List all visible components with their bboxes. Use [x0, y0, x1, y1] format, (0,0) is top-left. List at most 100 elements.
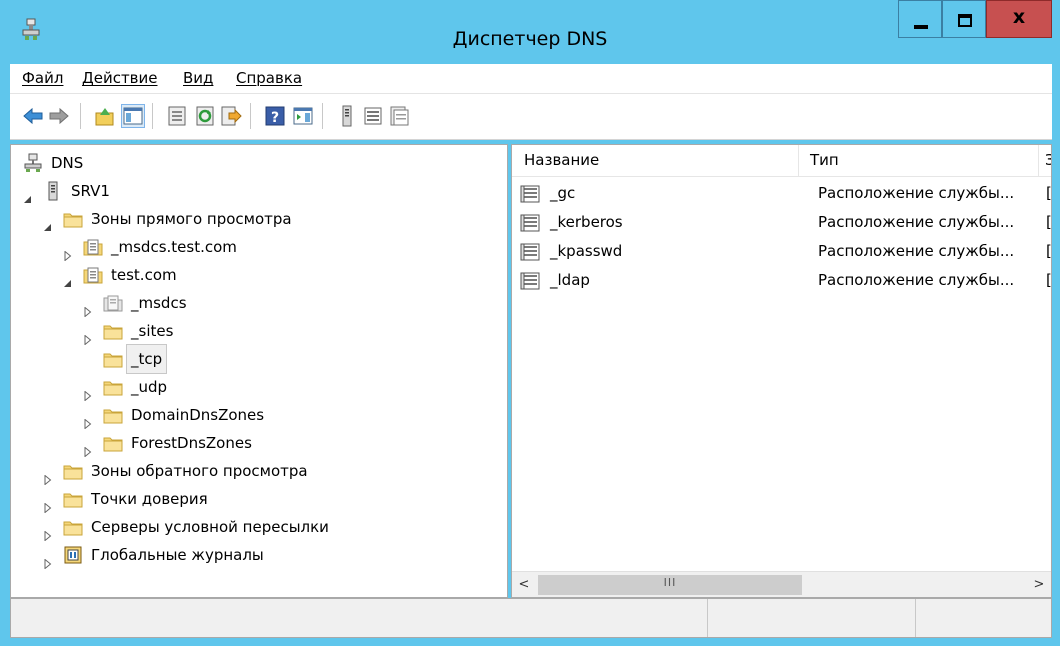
- help-icon[interactable]: ?: [264, 105, 286, 127]
- list-item[interactable]: _kpasswd Расположение службы... [: [512, 237, 1052, 265]
- list-item[interactable]: _kerberos Расположение службы... [: [512, 208, 1052, 236]
- record-type: Расположение службы...: [818, 242, 1015, 260]
- collapse-arrow-icon[interactable]: [63, 270, 73, 287]
- expand-arrow-icon[interactable]: [83, 438, 93, 458]
- list-item[interactable]: _ldap Расположение службы... [: [512, 266, 1052, 294]
- expand-arrow-icon[interactable]: [43, 550, 53, 570]
- title-bar[interactable]: Диспетчер DNS x: [0, 0, 1060, 64]
- tree-item-label: Зоны прямого просмотра: [91, 210, 292, 228]
- tree-item[interactable]: Зоны обратного просмотра: [11, 457, 507, 486]
- tree-item[interactable]: Точки доверия: [11, 485, 507, 514]
- export-list-icon[interactable]: [220, 105, 242, 127]
- tree-item-label: DNS: [51, 154, 84, 172]
- tree-item-label: ForestDnsZones: [131, 434, 252, 452]
- event-log-icon: [63, 545, 83, 565]
- folder-icon: [63, 489, 83, 509]
- svg-text:?: ?: [271, 110, 279, 126]
- dns-server-icon: [23, 153, 43, 173]
- folder-icon: [103, 321, 123, 341]
- show-action-pane-icon[interactable]: [292, 105, 314, 127]
- record-type: Расположение службы...: [818, 184, 1015, 202]
- list-icon[interactable]: [362, 105, 384, 127]
- tree-item-label: Глобальные журналы: [91, 546, 264, 564]
- record-name: _ldap: [550, 271, 590, 289]
- scroll-right-button[interactable]: >: [1027, 572, 1051, 597]
- record-data: [: [1046, 271, 1052, 289]
- server-icon[interactable]: [336, 105, 358, 127]
- srv-record-icon: [520, 184, 542, 203]
- up-folder-icon[interactable]: [94, 105, 116, 127]
- record-name: _kpasswd: [550, 242, 623, 260]
- column-header-data[interactable]: З: [1045, 151, 1051, 169]
- record-data: [: [1046, 213, 1052, 231]
- close-button[interactable]: x: [986, 0, 1052, 38]
- tree-item[interactable]: _udp: [11, 373, 507, 402]
- tree-item-label: Зоны обратного просмотра: [91, 462, 308, 480]
- tree-item[interactable]: Серверы условной пересылки: [11, 513, 507, 542]
- maximize-button[interactable]: [942, 0, 986, 38]
- expand-arrow-icon[interactable]: [43, 466, 53, 486]
- menu-help[interactable]: Справка: [236, 69, 302, 87]
- toolbar: ?: [10, 94, 1052, 140]
- refresh-icon[interactable]: [194, 105, 216, 127]
- column-header-name[interactable]: Название: [524, 151, 599, 169]
- collapse-arrow-icon[interactable]: [23, 186, 33, 203]
- tree-item[interactable]: _msdcs.test.com: [11, 233, 507, 262]
- minimize-button[interactable]: [898, 0, 942, 38]
- collapse-arrow-icon[interactable]: [43, 214, 53, 231]
- expand-arrow-icon[interactable]: [83, 326, 93, 346]
- record-type: Расположение службы...: [818, 271, 1015, 289]
- tree-item[interactable]: DomainDnsZones: [11, 401, 507, 430]
- column-header-type[interactable]: Тип: [810, 151, 839, 169]
- srv-record-icon: [520, 271, 542, 290]
- tree-item-label: _tcp: [125, 344, 168, 374]
- tree-item[interactable]: test.com: [11, 261, 507, 289]
- server-icon: [43, 181, 63, 201]
- scroll-left-button[interactable]: <: [512, 572, 536, 597]
- tree-item-label: Точки доверия: [91, 490, 208, 508]
- expand-arrow-icon[interactable]: [83, 410, 93, 430]
- record-name: _kerberos: [550, 213, 623, 231]
- show-hide-tree-icon[interactable]: [121, 104, 145, 128]
- status-segment-2: [707, 599, 915, 637]
- menu-file[interactable]: Файл: [22, 69, 63, 87]
- properties-icon[interactable]: [166, 105, 188, 127]
- close-icon: x: [1012, 6, 1026, 28]
- tree-item-label: _udp: [131, 378, 168, 396]
- tree-item-label: Серверы условной пересылки: [91, 518, 329, 536]
- zone-icon: [83, 237, 103, 257]
- menu-view[interactable]: Вид: [183, 69, 213, 87]
- tree-item[interactable]: Зоны прямого просмотра: [11, 205, 507, 233]
- tree-item[interactable]: _tcp: [11, 344, 507, 374]
- tree-item-label: _sites: [131, 322, 174, 340]
- record-data: [: [1046, 242, 1052, 260]
- details-icon[interactable]: [388, 105, 410, 127]
- console-tree[interactable]: DNS SRV1 Зоны прямого просмотра _msdcs.test…: [10, 144, 508, 598]
- dns-manager-window: Диспетчер DNS x Файл Действие Вид Справк…: [0, 0, 1060, 646]
- folder-icon: [63, 517, 83, 537]
- back-icon[interactable]: [22, 105, 44, 127]
- tree-item[interactable]: _msdcs: [11, 289, 507, 318]
- column-header-row: Название Тип З: [512, 145, 1051, 177]
- tree-item[interactable]: ForestDnsZones: [11, 429, 507, 458]
- forward-icon[interactable]: [48, 105, 70, 127]
- list-item[interactable]: _gc Расположение службы... [: [512, 179, 1051, 207]
- expand-arrow-icon[interactable]: [43, 494, 53, 514]
- srv-record-icon: [520, 242, 542, 261]
- delegated-zone-icon: [103, 293, 123, 313]
- maximize-icon: [958, 14, 972, 27]
- expand-arrow-icon[interactable]: [83, 298, 93, 318]
- tree-item[interactable]: Глобальные журналы: [11, 541, 507, 570]
- menu-action[interactable]: Действие: [82, 69, 158, 87]
- tree-item[interactable]: _sites: [11, 317, 507, 346]
- tree-item[interactable]: SRV1: [11, 177, 507, 205]
- horizontal-scrollbar[interactable]: < III >: [512, 571, 1051, 597]
- expand-arrow-icon[interactable]: [83, 382, 93, 402]
- folder-icon: [103, 405, 123, 425]
- results-pane[interactable]: Название Тип З _gc Расположение службы...…: [511, 144, 1052, 598]
- tree-item[interactable]: DNS: [11, 149, 507, 177]
- expand-arrow-icon[interactable]: [43, 522, 53, 542]
- scroll-thumb[interactable]: III: [538, 575, 802, 595]
- scroll-grip: III: [663, 576, 677, 589]
- expand-arrow-icon[interactable]: [63, 242, 73, 262]
